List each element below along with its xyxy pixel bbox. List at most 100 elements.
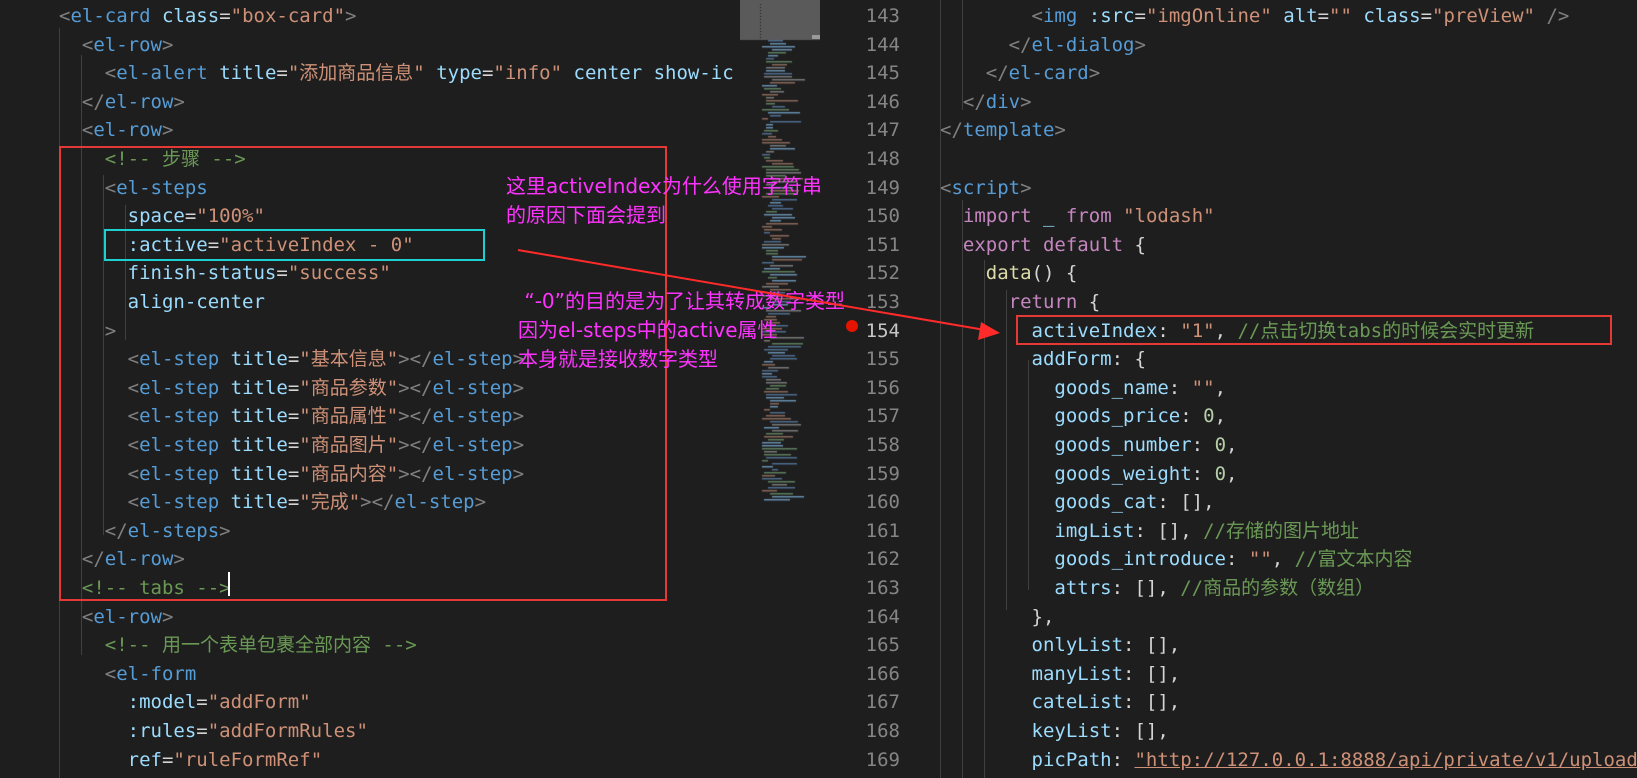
code-line[interactable]: </div> <box>940 88 1032 117</box>
line-number[interactable]: 163 <box>820 574 900 603</box>
line-number[interactable]: 158 <box>820 431 900 460</box>
line-number[interactable]: 161 <box>820 517 900 546</box>
code-token: : { <box>1111 348 1146 371</box>
line-number[interactable]: 168 <box>820 717 900 746</box>
code-line[interactable]: goods_price: 0, <box>940 402 1226 431</box>
code-line[interactable]: label-width="100px" <box>59 774 345 778</box>
code-token: "box-card" <box>230 5 346 27</box>
code-token: > <box>161 605 174 628</box>
code-line[interactable]: <el-row> <box>59 603 174 632</box>
code-token: { <box>1077 291 1101 313</box>
line-number[interactable]: 149 <box>820 174 900 203</box>
line-number[interactable]: 146 <box>820 88 900 117</box>
code-line[interactable]: <!-- 用一个表单包裹全部内容 --> <box>59 631 417 660</box>
line-number[interactable]: 159 <box>820 460 900 489</box>
line-number[interactable]: 167 <box>820 688 900 717</box>
line-number[interactable]: 147 <box>820 116 900 145</box>
code-token: el-card <box>1008 62 1089 85</box>
code-line[interactable]: addFormRules: { <box>940 774 1204 778</box>
code-line[interactable]: <el-form <box>59 660 197 689</box>
line-number[interactable]: 144 <box>820 31 900 60</box>
code-line[interactable]: imgList: [], //存储的图片地址 <box>940 517 1359 546</box>
code-line[interactable]: cateList: [], <box>940 688 1181 717</box>
breakpoint-dot-icon[interactable] <box>846 320 858 332</box>
code-token: = <box>196 720 208 742</box>
minimap-canvas[interactable] <box>740 0 820 778</box>
code-token: < <box>1031 5 1043 27</box>
line-number[interactable]: 143 <box>820 2 900 31</box>
code-token: _ <box>1042 205 1055 228</box>
code-token: > <box>1054 119 1066 142</box>
code-line[interactable]: </el-row> <box>59 88 185 117</box>
line-number[interactable]: 145 <box>820 59 900 88</box>
code-line[interactable]: }, <box>940 603 1055 632</box>
code-line[interactable]: goods_name: "", <box>940 374 1226 403</box>
code-line[interactable]: goods_introduce: "", //富文本内容 <box>940 545 1412 574</box>
code-line[interactable]: </el-card> <box>940 59 1100 88</box>
code-token: "lodash" <box>1123 205 1215 228</box>
code-token: el-dialog <box>1031 33 1135 56</box>
line-number[interactable]: 152 <box>820 259 900 288</box>
code-token: < <box>940 176 952 199</box>
code-token: title <box>219 62 277 85</box>
code-token: //商品的参数（数组） <box>1180 577 1375 599</box>
line-number[interactable]: 164 <box>820 603 900 632</box>
line-number[interactable]: 165 <box>820 631 900 660</box>
code-line[interactable]: <img :src="imgOnline" alt="" class="preV… <box>940 2 1570 31</box>
code-line[interactable]: goods_cat: [], <box>940 488 1214 517</box>
code-line[interactable]: export default { <box>940 231 1146 260</box>
code-line[interactable]: import _ from "lodash" <box>940 202 1215 231</box>
code-line[interactable]: ref="ruleFormRef" <box>59 746 323 775</box>
indent-guide <box>962 200 963 778</box>
code-line[interactable]: return { <box>940 288 1101 317</box>
line-number[interactable]: 150 <box>820 202 900 231</box>
line-number[interactable]: 151 <box>820 231 900 260</box>
right-editor-pane[interactable]: 143 144 145 146 147 148 149 150 151 152 153 154 155 1… <box>820 0 1637 778</box>
code-token: = <box>161 748 174 771</box>
code-line[interactable]: </template> <box>940 116 1066 145</box>
line-number[interactable]: 157 <box>820 402 900 431</box>
code-line[interactable]: <el-card class="box-card"> <box>59 2 356 31</box>
code-token: : [], <box>1123 691 1181 714</box>
code-line[interactable]: addForm: { <box>940 345 1146 374</box>
code-line[interactable]: </el-dialog> <box>940 31 1146 60</box>
code-line[interactable]: <el-alert title="添加商品信息" type="info" cen… <box>59 59 734 88</box>
code-line[interactable]: manyList: [], <box>940 660 1181 689</box>
line-number[interactable]: 160 <box>820 488 900 517</box>
line-number[interactable]: 148 <box>820 145 900 174</box>
line-number[interactable]: 162 <box>820 545 900 574</box>
code-line[interactable]: :rules="addFormRules" <box>59 717 368 746</box>
code-line[interactable]: keyList: [], <box>940 717 1169 746</box>
code-token: </ <box>81 90 105 113</box>
code-line[interactable]: <el-row> <box>59 116 174 145</box>
code-token: goods_number <box>1054 434 1192 456</box>
code-line[interactable]: <el-row> <box>59 31 174 60</box>
line-number[interactable]: 169 <box>820 746 900 775</box>
minimap[interactable] <box>740 0 820 778</box>
code-line[interactable]: <script> <box>940 174 1032 203</box>
code-line[interactable]: data() { <box>940 259 1078 288</box>
indent-guide <box>1006 290 1007 610</box>
code-token: img <box>1042 5 1078 27</box>
indent-guide <box>1028 360 1029 590</box>
code-line[interactable]: picPath: "http://127.0.0.1:8888/api/priv… <box>940 746 1637 775</box>
code-token: goods_cat <box>1054 491 1158 514</box>
line-number[interactable]: 166 <box>820 660 900 689</box>
line-number[interactable]: 170 <box>820 774 900 778</box>
code-line[interactable]: onlyList: [], <box>940 631 1181 660</box>
code-token: onlyList <box>1031 634 1124 657</box>
line-number[interactable]: 156 <box>820 374 900 403</box>
code-line[interactable]: :model="addForm" <box>59 688 311 717</box>
code-token: < <box>104 62 117 85</box>
